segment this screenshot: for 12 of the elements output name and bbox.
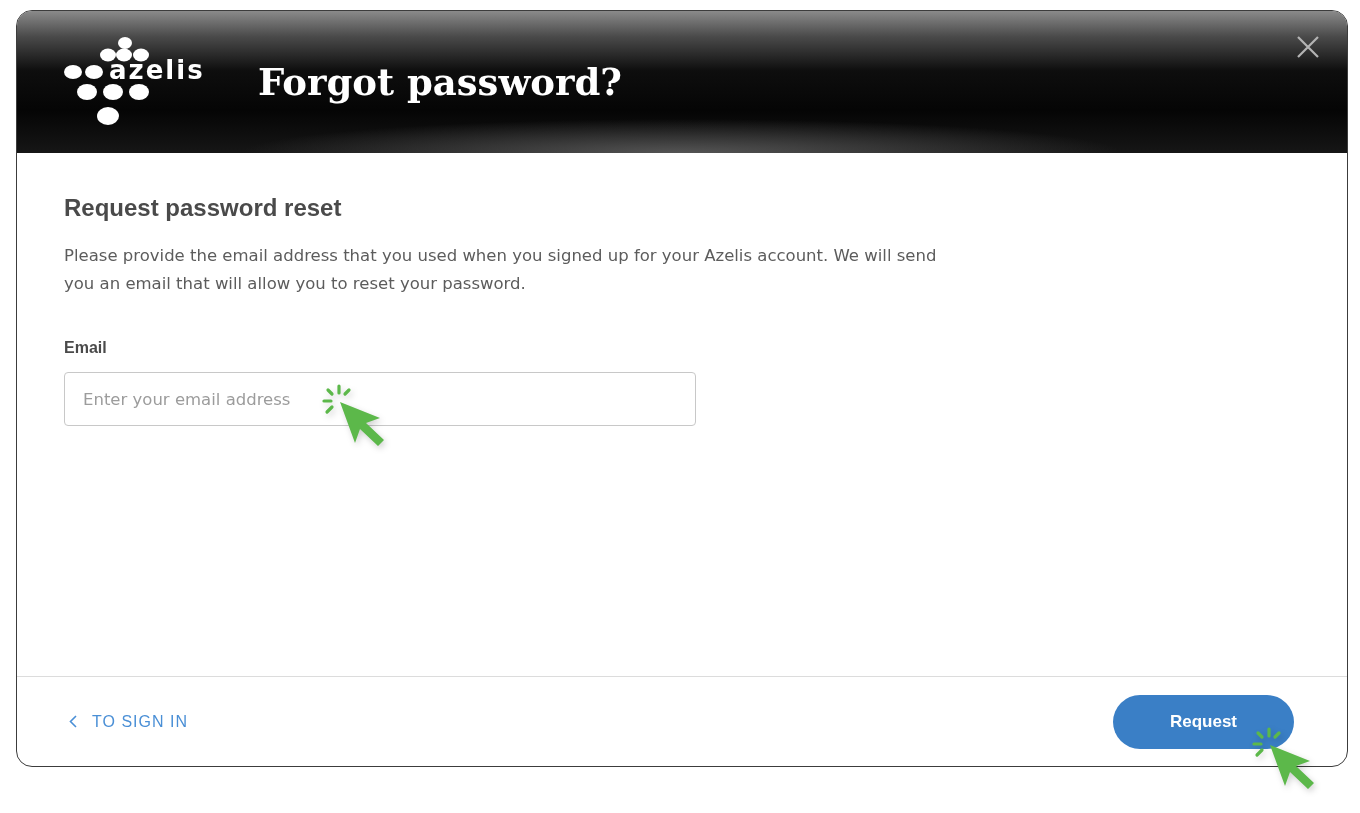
close-icon[interactable] (1297, 36, 1319, 58)
email-input[interactable]: Enter your email address (64, 372, 696, 426)
cursor-click-icon (1252, 727, 1316, 791)
logo: azelis (64, 36, 204, 128)
cursor-click-icon (322, 384, 386, 448)
email-label: Email (64, 338, 108, 358)
description-text: Please provide the email address that you used when you signed up for your Azelis account. We will send you an email that will allow you to reset your password. (64, 245, 938, 295)
request-button[interactable]: Request (1113, 694, 1294, 749)
section-heading: Request password reset (64, 193, 343, 223)
dialog-title: Forgot password? (258, 60, 623, 104)
back-link[interactable]: TO SIGN IN (69, 712, 188, 731)
chevron-left-icon (69, 715, 77, 728)
